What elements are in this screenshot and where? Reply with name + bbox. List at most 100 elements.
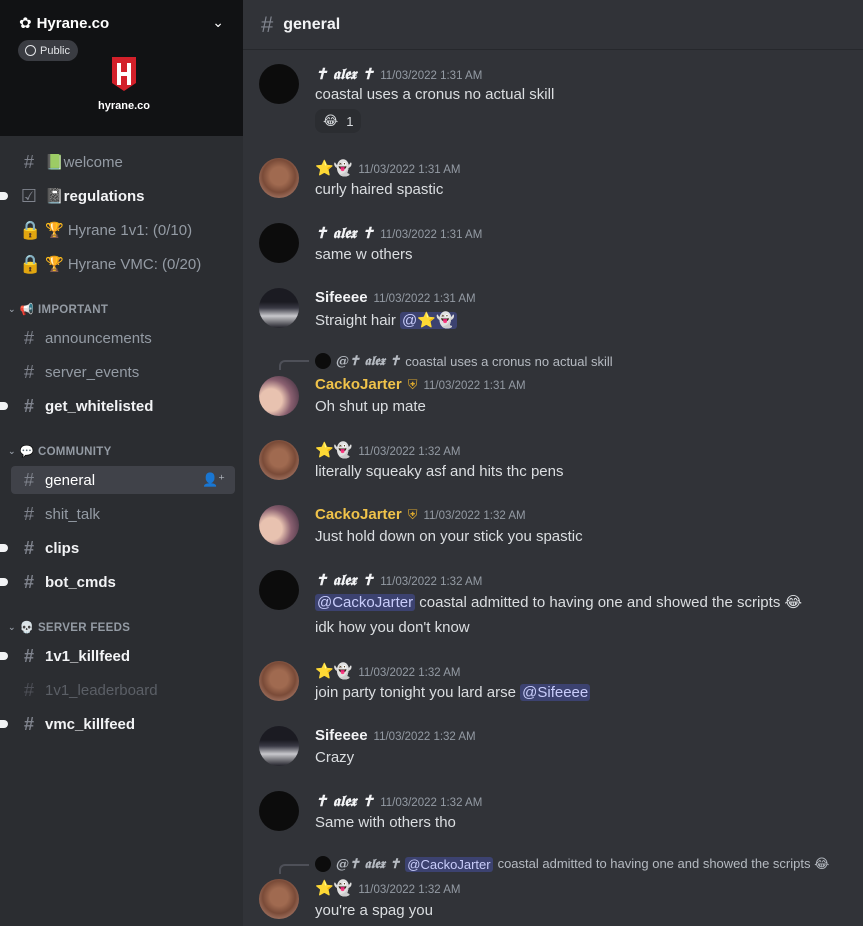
chat-area: # general ✝ 𝖆𝖑𝖊𝖝 ✝ 11/03/2022 1:31 AM co… — [243, 0, 863, 926]
message-text: same w others — [315, 246, 413, 263]
username[interactable]: Sifeeee — [315, 727, 368, 744]
avatar[interactable] — [259, 505, 299, 545]
channel-get-whitelisted[interactable]: # get_whitelisted — [0, 392, 235, 420]
username[interactable]: ✝ 𝖆𝖑𝖊𝖝 ✝ — [315, 224, 374, 242]
avatar[interactable] — [259, 376, 299, 416]
channel-label: 🏆 Hyrane VMC: (0/20) — [45, 256, 202, 273]
user-mention[interactable]: @⭐👻 — [400, 312, 457, 329]
timestamp: 11/03/2022 1:31 AM — [358, 164, 461, 176]
category-important[interactable]: ⌄ 📢 IMPORTANT — [8, 302, 109, 317]
channel-label: general — [45, 471, 96, 489]
channel-1v1-killfeed[interactable]: # 1v1_killfeed — [0, 642, 235, 670]
category-label: 📢 IMPORTANT — [19, 304, 109, 316]
channel-shit-talk[interactable]: # shit_talk — [11, 500, 235, 528]
reply-username: @✝ 𝖆𝖑𝖊𝖝 ✝ — [336, 856, 401, 872]
username[interactable]: ✝ 𝖆𝖑𝖊𝖝 ✝ — [315, 792, 374, 810]
server-name-label: Hyrane.co — [36, 14, 110, 32]
user-mention[interactable]: @CackoJarter — [315, 594, 416, 611]
category-community[interactable]: ⌄ 💬 COMMUNITY — [8, 444, 112, 459]
message-text: @CackoJarter coastal admitted to having … — [315, 593, 802, 611]
avatar[interactable] — [259, 440, 299, 480]
message-text: Same with others tho — [315, 814, 456, 831]
chevron-down-icon[interactable]: ⌄ — [212, 14, 224, 31]
timestamp: 11/03/2022 1:32 AM — [373, 731, 476, 743]
add-member-icon[interactable]: 👤⁺ — [202, 472, 225, 488]
message-text: you're a spag you — [315, 902, 433, 919]
timestamp: 11/03/2022 1:32 AM — [358, 884, 461, 896]
message-text: Oh shut up mate — [315, 398, 426, 415]
category-label: 💬 COMMUNITY — [19, 446, 112, 458]
shield-badge-icon: ⛨ — [407, 507, 418, 522]
hash-icon: # — [23, 679, 34, 700]
reply-connector — [279, 360, 309, 370]
server-name[interactable]: ✿ Hyrane.co — [19, 14, 110, 33]
username[interactable]: ⭐👻 — [315, 662, 352, 680]
username[interactable]: CackoJarter — [315, 376, 402, 393]
channel-bot-cmds[interactable]: # bot_cmds — [0, 568, 235, 596]
avatar[interactable] — [259, 64, 299, 104]
message-text: Straight hair @⭐👻 — [315, 311, 457, 329]
username[interactable]: ✝ 𝖆𝖑𝖊𝖝 ✝ — [315, 65, 374, 83]
unread-indicator — [0, 578, 8, 586]
channel-server-events[interactable]: # server_events — [11, 358, 235, 386]
username[interactable]: CackoJarter — [315, 506, 402, 523]
channel-announcements[interactable]: # announcements — [11, 324, 235, 352]
channel-hyrane-1v1[interactable]: 🔒 🏆 Hyrane 1v1: (0/10) — [11, 216, 235, 244]
message-text: Crazy — [315, 749, 355, 766]
reaction[interactable]: 😂 1 — [315, 109, 362, 133]
username[interactable]: ⭐👻 — [315, 879, 352, 897]
server-banner[interactable]: ✿ Hyrane.co ⌄ Public hyrane.co — [0, 0, 243, 136]
avatar[interactable] — [259, 158, 299, 198]
reply-connector — [279, 864, 309, 874]
channel-label: shit_talk — [45, 505, 101, 523]
hash-icon: # — [23, 361, 34, 382]
message-header: Sifeeee 11/03/2022 1:31 AM — [315, 289, 476, 306]
message-header: Sifeeee 11/03/2022 1:32 AM — [315, 727, 476, 744]
hash-icon: # — [23, 571, 34, 592]
channel-label: 📓regulations — [45, 188, 145, 205]
message-header: ✝ 𝖆𝖑𝖊𝖝 ✝ 11/03/2022 1:32 AM — [315, 571, 482, 589]
channel-1v1-leaderboard[interactable]: # 1v1_leaderboard — [11, 676, 235, 704]
channel-general[interactable]: # general 👤⁺ — [11, 466, 235, 494]
avatar — [315, 856, 331, 872]
reply-preview[interactable]: @✝ 𝖆𝖑𝖊𝖝 ✝ coastal uses a cronus no actua… — [315, 353, 613, 369]
channel-vmc-killfeed[interactable]: # vmc_killfeed — [0, 710, 235, 738]
avatar[interactable] — [259, 288, 299, 328]
avatar[interactable] — [259, 726, 299, 766]
category-server-feeds[interactable]: ⌄ 💀 SERVER FEEDS — [8, 620, 131, 635]
username[interactable]: ⭐👻 — [315, 441, 352, 459]
avatar[interactable] — [259, 661, 299, 701]
username[interactable]: ⭐👻 — [315, 159, 352, 177]
avatar[interactable] — [259, 223, 299, 263]
hash-icon: # — [23, 645, 34, 666]
channel-hyrane-vmc[interactable]: 🔒 🏆 Hyrane VMC: (0/20) — [11, 250, 235, 278]
timestamp: 11/03/2022 1:32 AM — [380, 797, 483, 809]
avatar[interactable] — [259, 570, 299, 610]
avatar[interactable] — [259, 879, 299, 919]
category-label: 💀 SERVER FEEDS — [19, 622, 131, 634]
channel-label: vmc_killfeed — [45, 715, 136, 733]
timestamp: 11/03/2022 1:32 AM — [380, 576, 483, 588]
unread-indicator — [0, 544, 8, 552]
channel-regulations[interactable]: ☑ 📓regulations — [0, 182, 235, 210]
caret-down-icon: ⌄ — [8, 303, 16, 314]
channel-label: announcements — [45, 329, 152, 347]
username[interactable]: ✝ 𝖆𝖑𝖊𝖝 ✝ — [315, 571, 374, 589]
avatar — [315, 353, 331, 369]
reply-preview[interactable]: @✝ 𝖆𝖑𝖊𝖝 ✝ @CackoJarter coastal admitted … — [315, 856, 829, 872]
channel-label: 1v1_leaderboard — [45, 681, 158, 699]
user-mention[interactable]: @Sifeeee — [520, 684, 591, 701]
channel-clips[interactable]: # clips — [0, 534, 235, 562]
server-boost-icon: ✿ — [19, 15, 32, 32]
message-header: CackoJarter ⛨ 11/03/2022 1:31 AM — [315, 376, 526, 393]
message-text-part: join party tonight you lard arse — [315, 684, 521, 701]
username[interactable]: Sifeeee — [315, 289, 368, 306]
globe-icon — [25, 45, 36, 56]
channel-label: get_whitelisted — [45, 397, 154, 415]
lock-icon: 🔒 — [19, 219, 42, 240]
public-badge: Public — [18, 40, 78, 61]
avatar[interactable] — [259, 791, 299, 831]
unread-indicator — [0, 192, 8, 200]
user-mention[interactable]: @CackoJarter — [405, 856, 493, 872]
channel-welcome[interactable]: # 📗welcome — [11, 148, 235, 176]
